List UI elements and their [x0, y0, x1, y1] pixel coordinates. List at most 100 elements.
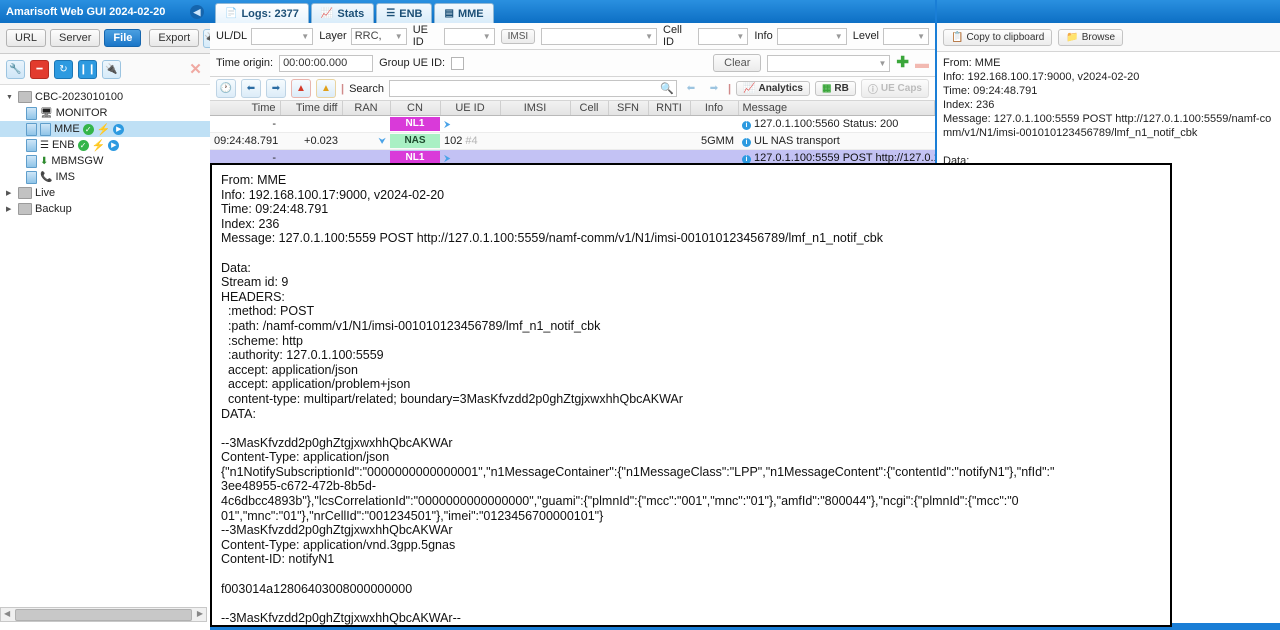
rb-button[interactable]: ▦ RB	[814, 81, 856, 96]
tab-logs[interactable]: 📄 Logs: 2377	[215, 3, 309, 23]
table-row[interactable]: 09:24:48.791 +0.023 ⮟ NAS 102 #4 5GMM iU…	[210, 132, 935, 150]
analytics-button[interactable]: 📈 Analytics	[736, 81, 810, 96]
tree-item-ims[interactable]: 📞 IMS	[0, 169, 210, 185]
layer-select[interactable]: RRC, ▼	[350, 27, 407, 45]
folder-icon	[18, 187, 32, 199]
copy-to-clipboard-button[interactable]: 📋 Copy to clipboard	[943, 28, 1053, 46]
col-sfn[interactable]: SFN	[608, 101, 649, 116]
table-row[interactable]: - NL1 ⮞ i 127.0.1.100:5560 Status: 200	[210, 115, 935, 133]
clear-button[interactable]: Clear	[713, 54, 762, 72]
tab-mme[interactable]: ▤ MME	[434, 3, 494, 23]
chevron-left-icon[interactable]: ◀	[190, 4, 204, 19]
arrow-left-icon[interactable]: ⬅	[682, 80, 700, 97]
cell-message: i 127.0.1.100:5560 Status: 200	[738, 115, 935, 133]
play-icon[interactable]: ▶	[113, 123, 125, 135]
ueid-select[interactable]: ▼	[443, 27, 495, 45]
bolt-icon: ⚡	[96, 123, 111, 136]
folder-icon: 📁	[1066, 31, 1079, 43]
tab-bar: 📄 Logs: 2377 📈 Stats ☰ ENB ▤ MME	[210, 0, 935, 23]
chevron-down-icon[interactable]: ▼	[6, 94, 15, 101]
tree-item-label: Backup	[35, 203, 72, 215]
level-select[interactable]: ▼	[883, 27, 929, 45]
server-button[interactable]: Server	[50, 29, 101, 47]
browse-label: Browse	[1081, 31, 1116, 43]
arrow-left-icon[interactable]: ⬅	[241, 79, 261, 98]
sidebar: Amarisoft Web GUI 2024-02-20 ◀ URL Serve…	[0, 0, 218, 630]
tab-label: Stats	[337, 7, 365, 20]
col-info[interactable]: Info	[690, 101, 739, 116]
monitor-icon: 🖥	[40, 107, 53, 119]
scroll-thumb[interactable]	[15, 609, 192, 621]
tree-item-live[interactable]: ▶ Live	[0, 185, 210, 201]
chart-icon: 📈	[743, 83, 756, 94]
col-rnti[interactable]: RNTI	[648, 101, 691, 116]
imsi-button[interactable]: IMSI	[500, 28, 536, 44]
document-icon: 📄	[225, 8, 238, 19]
chevron-down-icon: ▼	[394, 31, 403, 41]
warning-icon[interactable]: ▲	[316, 79, 336, 98]
stop-icon[interactable]: ━	[30, 59, 49, 79]
search-field[interactable]: 🔍	[388, 80, 677, 97]
chart-icon: 📈	[320, 8, 334, 19]
col-time-diff[interactable]: Time diff	[280, 101, 343, 116]
browse-button[interactable]: 📁 Browse	[1058, 28, 1124, 46]
plus-icon[interactable]: ✚	[896, 55, 909, 70]
binoculars-icon[interactable]: 🔍	[660, 82, 674, 95]
tree-item-mbmsgw[interactable]: ⬇ MBMSGW	[0, 153, 210, 169]
uldl-select[interactable]: ▼	[251, 27, 314, 45]
tree-item-mme[interactable]: MME ✓ ⚡ ▶	[0, 121, 210, 137]
clock-icon[interactable]: 🕐	[216, 79, 236, 98]
direction-arrow-icon: ⮞	[444, 119, 451, 129]
col-ue-id[interactable]: UE ID	[440, 101, 501, 116]
info-select[interactable]: ▼	[776, 27, 847, 45]
col-message[interactable]: Message	[738, 101, 935, 116]
tree-item-cbc[interactable]: ▼ CBC-2023010100	[0, 89, 210, 105]
search-input[interactable]	[391, 81, 661, 96]
level-label: Level	[852, 30, 879, 42]
plug-icon[interactable]: 🔌	[102, 59, 121, 79]
status-ok-icon: ✓	[82, 123, 94, 135]
file-button[interactable]: File	[104, 29, 142, 47]
tree-item-monitor[interactable]: 🖥 MONITOR	[0, 105, 210, 121]
chevron-right-icon[interactable]: ▶	[6, 205, 15, 213]
wrench-icon[interactable]: 🔧	[6, 59, 25, 79]
time-origin-input[interactable]: 00:00:00.000	[279, 54, 374, 72]
cell-info: 5GMM	[690, 132, 738, 150]
close-icon[interactable]: ✕	[187, 61, 204, 78]
cellid-select[interactable]: ▼	[697, 27, 749, 45]
info-icon: i	[742, 138, 751, 147]
sidebar-source-buttons: URL Server File Export 🔌	[0, 23, 218, 54]
arrow-right-icon[interactable]: ➡	[266, 79, 286, 98]
tab-enb[interactable]: ☰ ENB	[376, 3, 433, 23]
tab-label: Logs: 2377	[241, 7, 299, 20]
scroll-right-icon[interactable]: ▶	[197, 609, 203, 618]
tab-stats[interactable]: 📈 Stats	[310, 3, 375, 23]
sidebar-horizontal-scrollbar[interactable]: ◀ ▶	[0, 607, 207, 622]
pause-icon[interactable]: ❙❙	[78, 59, 97, 79]
col-ran[interactable]: RAN	[342, 101, 391, 116]
chevron-right-icon[interactable]: ▶	[6, 189, 15, 197]
tree-item-backup[interactable]: ▶ Backup	[0, 201, 210, 217]
minus-icon[interactable]: ▬	[915, 56, 929, 70]
col-cell[interactable]: Cell	[570, 101, 609, 116]
col-imsi[interactable]: IMSI	[500, 101, 571, 116]
col-time[interactable]: Time	[210, 101, 281, 116]
export-button[interactable]: Export	[149, 29, 200, 47]
scroll-left-icon[interactable]: ◀	[4, 609, 10, 618]
arrow-right-icon[interactable]: ➡	[705, 80, 723, 97]
play-icon[interactable]: ▶	[108, 139, 120, 151]
chevron-down-icon: ▼	[917, 31, 925, 41]
message-detail-popup[interactable]: From: MME Info: 192.168.100.17:9000, v20…	[210, 163, 1172, 627]
error-icon[interactable]: ▲	[291, 79, 311, 98]
group-ueid-checkbox[interactable]	[451, 56, 465, 70]
url-button[interactable]: URL	[6, 29, 47, 47]
imsi-select[interactable]: ▼	[541, 27, 657, 45]
col-cn[interactable]: CN	[390, 101, 441, 116]
preset-select[interactable]: ▼	[767, 54, 891, 72]
refresh-icon[interactable]: ↻	[54, 59, 73, 79]
ue-id-sub: #4	[465, 135, 478, 147]
tab-label: MME	[457, 7, 484, 20]
layer-filter: Layer RRC, ▼	[319, 27, 407, 45]
tree-item-enb[interactable]: ☰ ENB ✓ ⚡ ▶	[0, 137, 210, 153]
layer-value: RRC,	[354, 30, 382, 42]
